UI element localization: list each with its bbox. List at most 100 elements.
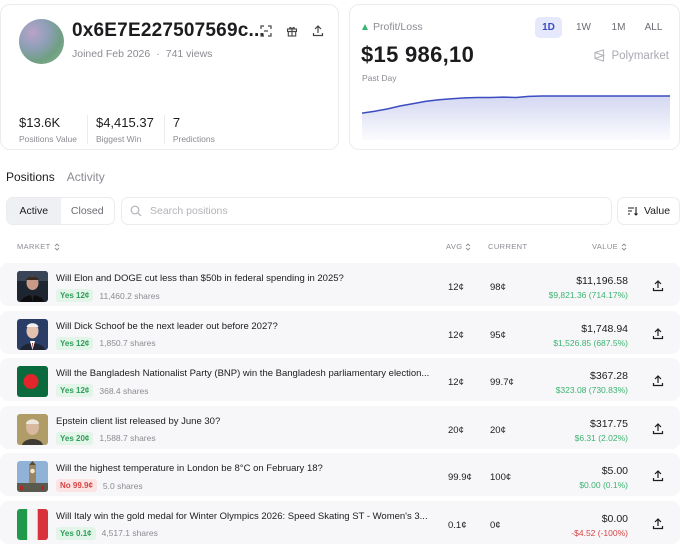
- col-value-label: VALUE: [592, 242, 619, 251]
- share-count: 1,588.7 shares: [99, 433, 156, 443]
- sort-toggle-icon: [466, 242, 471, 251]
- search-input[interactable]: [150, 205, 590, 217]
- share-icon[interactable]: [652, 280, 664, 292]
- positions-list: Will Elon and DOGE cut less than $50b in…: [0, 263, 680, 548]
- position-value: $11,196.58 $9,821.36 (714.17%): [549, 275, 628, 300]
- value-amount: $317.75: [590, 417, 628, 430]
- avg-price: 99.9¢: [448, 472, 472, 483]
- share-count: 1,850.7 shares: [99, 338, 156, 348]
- position-meta: Yes 12¢ 1,850.7 shares: [56, 336, 156, 350]
- col-current: CURRENT: [488, 242, 527, 251]
- filter-active[interactable]: Active: [7, 198, 61, 224]
- table-header: MARKET AVG CURRENT VALUE: [0, 240, 680, 254]
- stat-label: Positions Value: [19, 134, 77, 144]
- current-price: 20¢: [490, 424, 506, 436]
- share-icon[interactable]: [652, 422, 664, 435]
- table-row[interactable]: Will Italy win the gold medal for Winter…: [0, 500, 680, 544]
- value-change: $9,821.36 (714.17%): [548, 290, 628, 300]
- profile-actions: [259, 24, 325, 38]
- table-row[interactable]: Will the Bangladesh Nationalist Party (B…: [0, 358, 680, 401]
- table-row[interactable]: Will the highest temperature in London b…: [0, 453, 680, 496]
- search-icon: [130, 205, 142, 217]
- value-amount: $5.00: [601, 465, 628, 477]
- search-box: [121, 197, 612, 225]
- view-count: 741 views: [165, 48, 213, 60]
- pnl-label-text: Profit/Loss: [373, 21, 423, 33]
- market-thumbnail: [17, 413, 48, 445]
- share-icon[interactable]: [652, 517, 664, 530]
- current-price: 95¢: [490, 329, 506, 341]
- market-thumbnail: [17, 271, 48, 302]
- avg-price: 12¢: [448, 282, 464, 293]
- position-meta: Yes 12¢ 11,460.2 shares: [56, 289, 160, 302]
- tab-activity[interactable]: Activity: [67, 170, 105, 184]
- current-price: 98¢: [490, 282, 506, 293]
- stat-label: Biggest Win: [95, 134, 142, 144]
- share-count: 11,460.2 shares: [99, 290, 160, 301]
- value-change: -$4.52 (-100%): [571, 527, 628, 538]
- scan-icon[interactable]: [259, 24, 273, 38]
- wallet-address[interactable]: 0x6E7E227507569c...: [72, 20, 265, 42]
- status-filter: Active Closed: [6, 197, 115, 225]
- range-1w[interactable]: 1W: [570, 17, 597, 38]
- range-all[interactable]: ALL: [640, 17, 667, 38]
- polymarket-logo-icon: [594, 49, 606, 62]
- position-value: $1,748.94 $1,526.85 (687.5%): [553, 323, 628, 348]
- range-1d[interactable]: 1D: [535, 17, 562, 38]
- range-selector: 1D 1W 1M ALL: [535, 17, 667, 38]
- share-icon[interactable]: [311, 24, 325, 38]
- market-title[interactable]: Will Italy win the gold medal for Winter…: [56, 511, 444, 522]
- table-row[interactable]: Will Elon and DOGE cut less than $50b in…: [0, 263, 680, 306]
- pnl-sparkline: [362, 95, 670, 140]
- stat-value: 7: [172, 115, 181, 130]
- current-price: 100¢: [490, 472, 512, 483]
- market-title[interactable]: Epstein client list released by June 30?: [56, 416, 444, 427]
- pnl-card: Profit/Loss $15 986,10 Past Day 1D 1W 1M…: [349, 4, 680, 150]
- share-icon[interactable]: [652, 375, 664, 387]
- col-value[interactable]: VALUE: [592, 242, 627, 251]
- tab-positions[interactable]: Positions: [6, 170, 55, 184]
- gift-icon[interactable]: [285, 24, 299, 38]
- col-avg[interactable]: AVG: [446, 242, 471, 251]
- position-value: $0.00 -$4.52 (-100%): [571, 513, 628, 538]
- market-title[interactable]: Will Elon and DOGE cut less than $50b in…: [56, 273, 444, 284]
- outcome-badge: No 99.9¢: [56, 479, 97, 492]
- share-icon[interactable]: [652, 470, 664, 482]
- sort-toggle-icon: [54, 242, 59, 251]
- pnl-period: Past Day: [362, 73, 397, 83]
- position-value: $317.75 $6.31 (2.02%): [575, 418, 628, 443]
- outcome-badge: Yes 12¢: [56, 289, 94, 302]
- outcome-badge: Yes 20¢: [56, 431, 94, 445]
- market-thumbnail: [17, 318, 48, 350]
- share-icon[interactable]: [652, 327, 664, 340]
- avg-price: 20¢: [448, 424, 464, 436]
- table-row[interactable]: Will Dick Schoof be the next leader out …: [0, 310, 680, 354]
- table-row[interactable]: Epstein client list released by June 30?…: [0, 405, 680, 449]
- col-market[interactable]: MARKET: [17, 242, 60, 251]
- meta-separator: ·: [156, 48, 160, 60]
- sort-icon: [627, 207, 638, 216]
- filter-closed[interactable]: Closed: [61, 198, 115, 224]
- outcome-badge: Yes 0.1¢: [56, 526, 96, 540]
- value-amount: $0.00: [601, 512, 628, 525]
- position-value: $367.28 $323.08 (730.83%): [556, 370, 628, 395]
- pnl-area: [362, 96, 670, 140]
- pnl-label: Profit/Loss: [362, 21, 423, 33]
- avg-price: 0.1¢: [448, 519, 467, 531]
- market-thumbnail: [17, 461, 48, 492]
- value-amount: $367.28: [590, 370, 628, 382]
- avg-price: 12¢: [448, 377, 464, 388]
- range-1m[interactable]: 1M: [605, 17, 632, 38]
- market-title[interactable]: Will the highest temperature in London b…: [56, 463, 444, 474]
- current-price: 99.7¢: [490, 377, 514, 388]
- market-title[interactable]: Will the Bangladesh Nationalist Party (B…: [56, 368, 444, 379]
- value-change: $1,526.85 (687.5%): [553, 337, 628, 348]
- market-title[interactable]: Will Dick Schoof be the next leader out …: [56, 321, 444, 332]
- value-amount: $11,196.58: [576, 275, 628, 287]
- sort-button[interactable]: Value: [617, 197, 680, 225]
- stat-value: $4,415.37: [95, 115, 154, 130]
- stat-biggest-win: $4,415.37 Biggest Win: [96, 115, 165, 144]
- value-amount: $1,748.94: [581, 322, 628, 335]
- value-change: $6.31 (2.02%): [574, 432, 628, 443]
- outcome-badge: Yes 12¢: [56, 336, 94, 350]
